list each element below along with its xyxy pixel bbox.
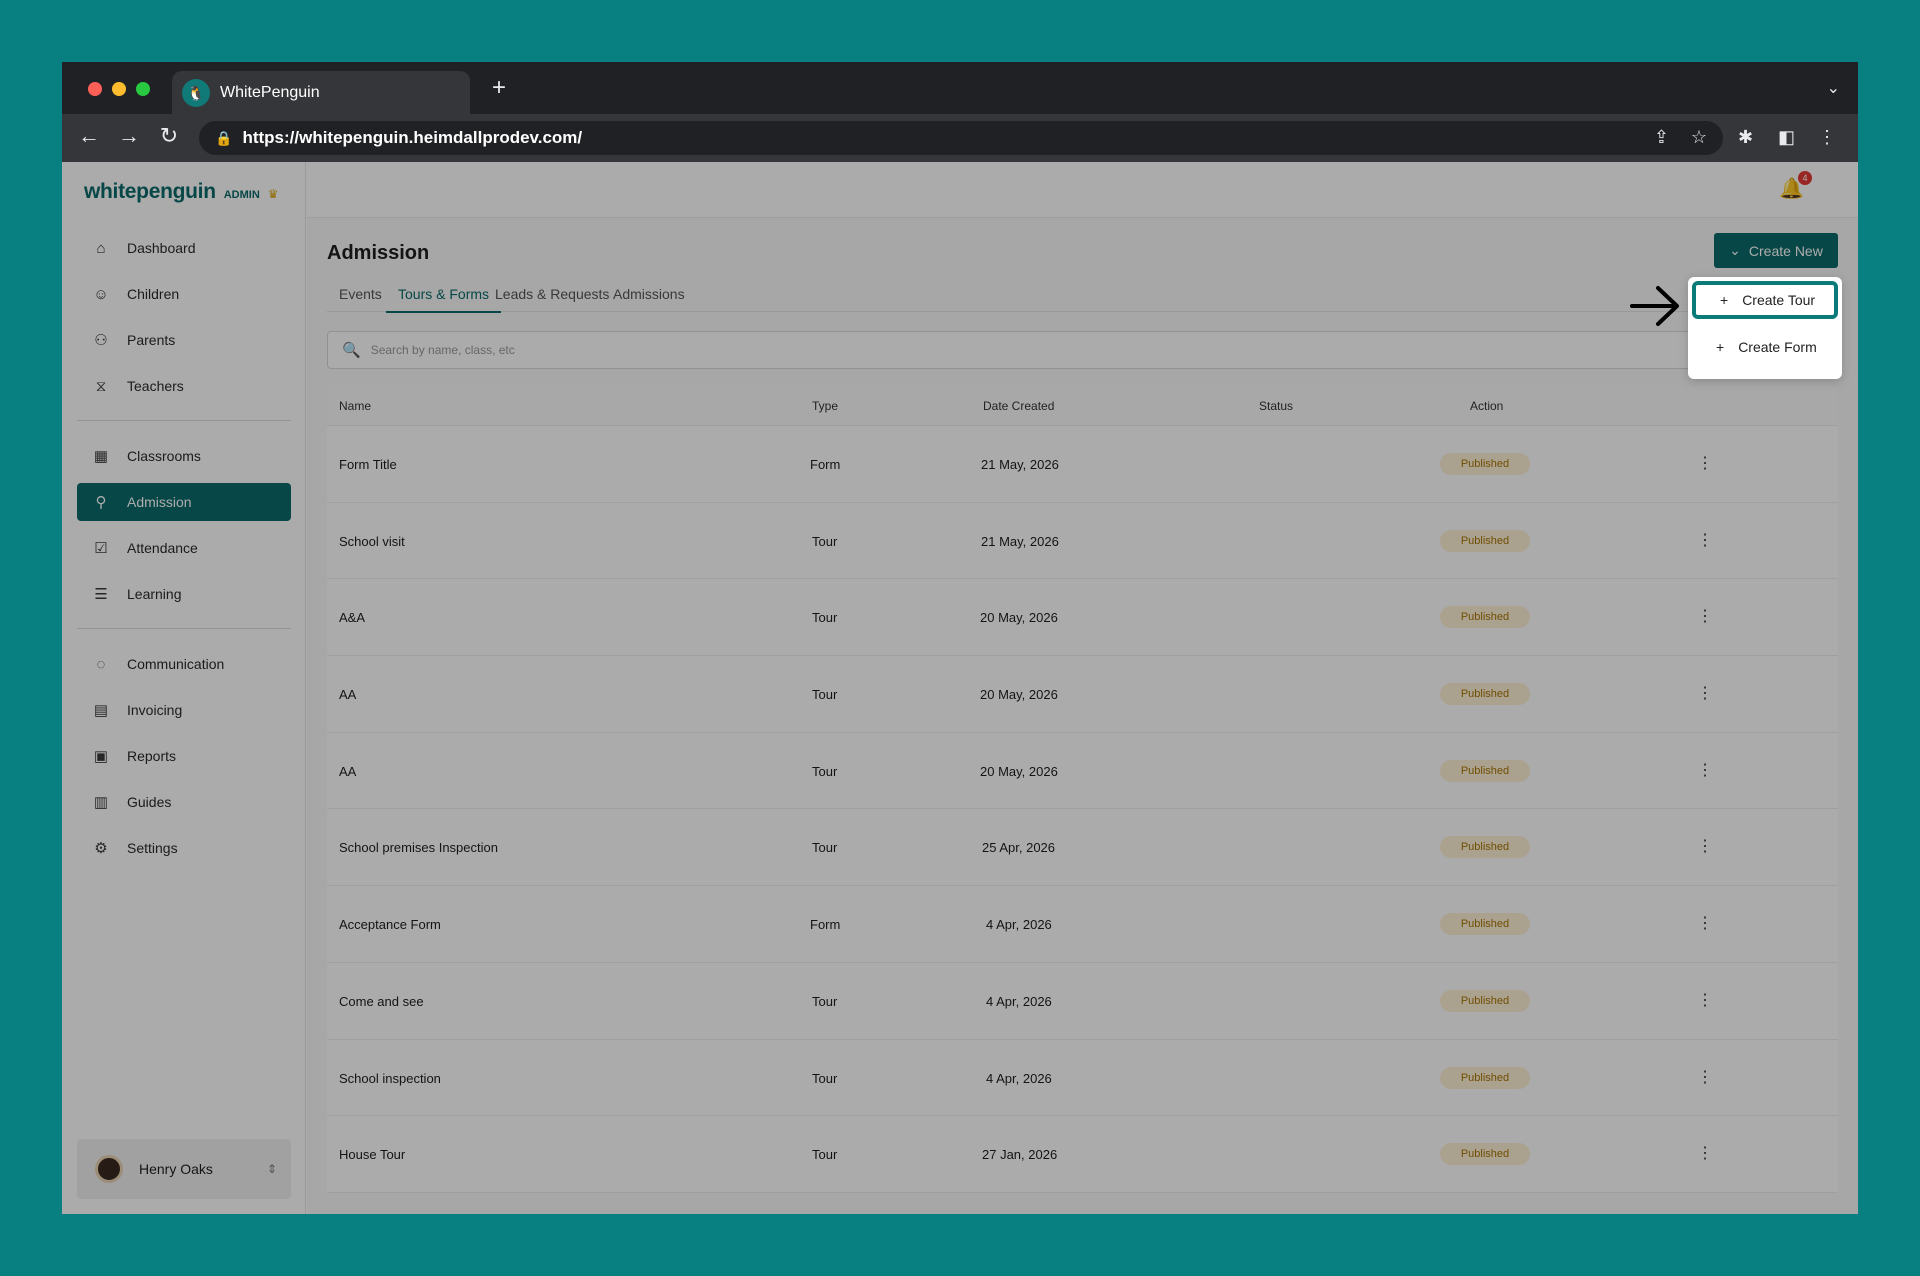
plus-icon: + [1716,339,1725,355]
browser-tab[interactable]: 🐧 WhitePenguin [172,71,470,115]
window-controls [88,82,150,96]
tab-search-chevron-icon[interactable]: ⌄ [1827,78,1840,98]
browser-tab-title: WhitePenguin [220,84,320,101]
side-panel-icon[interactable]: ◧ [1778,127,1795,148]
maximize-window-button[interactable] [136,82,150,96]
browser-tabbar: 🐧 WhitePenguin + ⌄ [62,62,1858,115]
dropdown-backdrop[interactable] [62,162,1858,1214]
browser-toolbar: ← → ↻ 🔒 https://whitepenguin.heimdallpro… [62,114,1858,162]
minimize-window-button[interactable] [112,82,126,96]
callout-arrow-icon [1630,286,1679,326]
new-tab-button[interactable]: + [492,74,506,102]
plus-icon: + [1720,292,1729,308]
close-window-button[interactable] [88,82,102,96]
create-tour-menu-item[interactable]: + Create Tour [1692,281,1838,319]
create-new-dropdown: + Create Tour + Create Form [1688,277,1842,379]
lock-icon: 🔒 [215,129,233,146]
reload-icon[interactable]: ↻ [154,123,184,149]
forward-arrow-icon[interactable]: → [114,123,144,149]
create-tour-label: Create Tour [1742,292,1816,308]
browser-window: 🐧 WhitePenguin + ⌄ ← → ↻ 🔒 https://white… [62,62,1858,1214]
create-form-menu-item[interactable]: + Create Form [1692,328,1838,366]
create-form-label: Create Form [1738,339,1817,355]
extensions-puzzle-icon[interactable]: ✱ [1738,127,1753,148]
penguin-favicon-icon: 🐧 [182,79,210,107]
bookmark-star-icon[interactable]: ☆ [1691,127,1707,148]
url-text: https://whitepenguin.heimdallprodev.com/ [242,128,583,147]
browser-menu-icon[interactable]: ⋮ [1818,127,1836,148]
back-arrow-icon[interactable]: ← [74,123,104,149]
address-bar[interactable]: 🔒 https://whitepenguin.heimdallprodev.co… [199,121,1723,155]
share-icon[interactable]: ⇪ [1654,127,1669,148]
